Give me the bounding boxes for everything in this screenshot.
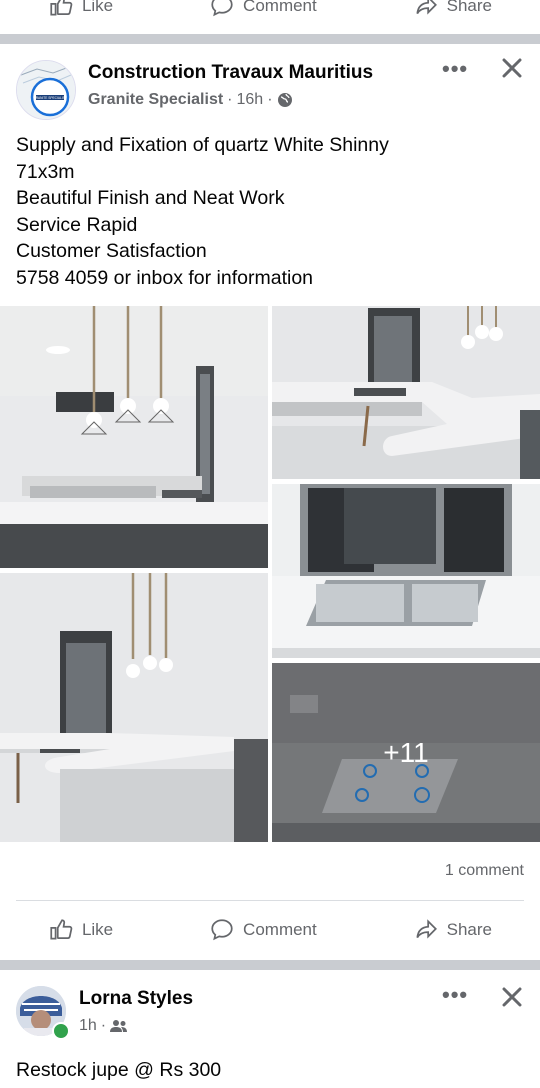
friends-icon [110, 1020, 128, 1032]
hide-post-button[interactable] [500, 984, 524, 1016]
more-icon: ••• [442, 56, 469, 81]
post-action-bar: Like Comment Share [0, 902, 540, 958]
post-photo-5[interactable]: +11 [272, 663, 540, 842]
post-header: GRANITE SPECIALIST Construction Travaux … [16, 56, 526, 120]
logo-text: GRANITE SPECIALIST [33, 96, 67, 100]
like-label: Like [81, 920, 114, 939]
meta-dot: · [267, 91, 273, 108]
post-time[interactable]: 1h [79, 1017, 97, 1035]
close-icon [502, 987, 522, 1007]
share-label: Share [446, 920, 493, 939]
post-time[interactable]: 16h [237, 91, 264, 109]
post-photo-2[interactable] [272, 306, 540, 479]
share-button[interactable]: Share [413, 0, 492, 19]
post-text-line: Beautiful Finish and Neat Work [16, 187, 285, 209]
feed-separator [0, 34, 540, 44]
more-icon: ••• [442, 982, 469, 1007]
share-icon [416, 919, 437, 939]
meta-dot: · [227, 91, 233, 108]
page-logo-image: GRANITE SPECIALIST [17, 61, 75, 119]
page-name[interactable]: Construction Travaux Mauritius [88, 62, 373, 84]
like-label: Like [81, 0, 114, 15]
like-button[interactable]: Like [48, 917, 113, 943]
divider [16, 900, 524, 901]
comment-label: Comment [243, 920, 317, 939]
comment-button[interactable]: Comment [209, 917, 317, 943]
comment-button[interactable]: Comment [209, 0, 317, 19]
user-name[interactable]: Lorna Styles [79, 988, 193, 1010]
close-icon [502, 58, 522, 78]
share-label: Share [446, 0, 493, 15]
more-options-button[interactable]: ••• [442, 56, 468, 82]
online-status-dot [52, 1022, 70, 1040]
more-photos-count: +11 [383, 736, 429, 768]
more-photos-overlay[interactable]: +11 [272, 663, 540, 842]
thumbs-up-icon [50, 919, 73, 940]
hide-post-button[interactable] [500, 55, 524, 87]
prev-post-action-bar: Like Comment Share [0, 0, 540, 34]
post-photo-4[interactable] [272, 484, 540, 658]
post-text-line: 5758 4059 or inbox for information [16, 266, 314, 289]
thumbs-up-icon [50, 0, 73, 16]
comment-icon [211, 919, 233, 941]
page-avatar[interactable]: GRANITE SPECIALIST [16, 60, 76, 120]
comment-count[interactable]: 1 comment [445, 862, 524, 880]
post-header: Lorna Styles 1h · ••• [16, 980, 526, 1044]
page-category[interactable]: Granite Specialist [88, 91, 223, 109]
post-meta: 1h · [79, 1017, 128, 1035]
post-photo-3[interactable] [0, 573, 268, 842]
share-icon [416, 0, 437, 15]
post-text-line: Service Rapid [16, 213, 138, 236]
comment-icon [211, 0, 233, 17]
comment-label: Comment [243, 0, 317, 15]
like-button[interactable]: Like [48, 0, 113, 19]
globe-icon [277, 93, 292, 107]
share-button[interactable]: Share [413, 917, 492, 943]
post-photo-1[interactable] [0, 306, 268, 568]
post-meta: Granite Specialist · 16h · [88, 91, 293, 109]
post-text: Restock jupe @ Rs 300 [16, 1059, 222, 1081]
post-text-line: 71x3m [16, 160, 75, 183]
more-options-button[interactable]: ••• [442, 982, 468, 1008]
post-text-line: Customer Satisfaction [16, 240, 207, 262]
post-text-line: Supply and Fixation of quartz White Shin… [16, 134, 389, 156]
meta-dot: · [100, 1017, 107, 1034]
post-text: Supply and Fixation of quartz White Shin… [16, 132, 516, 291]
feed-separator [0, 960, 540, 970]
